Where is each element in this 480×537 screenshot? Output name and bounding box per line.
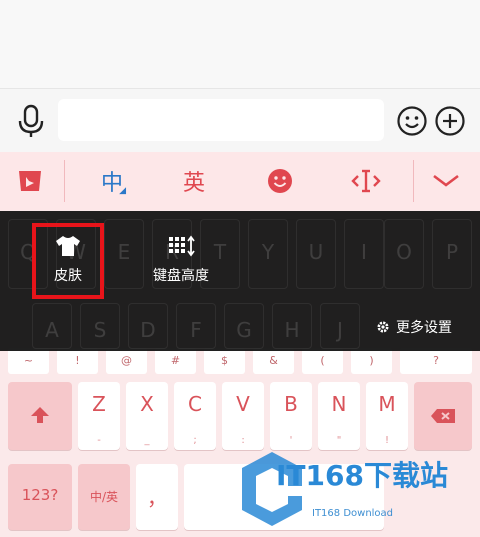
ghost-key: D	[128, 303, 168, 349]
symbol-key[interactable]: ?	[400, 348, 472, 374]
keyboard-height-label: 键盘高度	[153, 268, 209, 284]
letter-key-c[interactable]: C ;	[174, 382, 216, 450]
ghost-key-letter: E	[117, 240, 131, 264]
ghost-key: I	[344, 219, 384, 289]
key-letter: Z	[92, 392, 106, 416]
symbol-key[interactable]: ~	[8, 348, 49, 374]
key-letter: X	[140, 392, 154, 416]
chat-input-bar	[0, 88, 480, 152]
key-sub-symbol: !	[384, 435, 389, 446]
language-switch-label: 中/英	[89, 490, 119, 504]
language-switch-key[interactable]: 中/英	[78, 464, 130, 530]
comma-key[interactable]: ，	[136, 464, 178, 530]
key-sub-symbol: "	[336, 435, 342, 446]
ghost-key-letter: Y	[261, 240, 275, 264]
ghost-key: S	[80, 303, 120, 349]
ghost-key-letter: J	[337, 318, 343, 342]
ghost-key-letter: A	[45, 318, 59, 342]
keyboard-height-option[interactable]: 键盘高度	[144, 235, 218, 285]
gear-icon	[377, 321, 389, 333]
symbol-key[interactable]: @	[106, 348, 147, 374]
shift-key[interactable]	[8, 382, 72, 450]
numbers-label: 123?	[21, 486, 59, 504]
symbol-key[interactable]: #	[155, 348, 196, 374]
ghost-key-letter: H	[284, 318, 300, 342]
key-sub-symbol: _	[144, 435, 150, 446]
ghost-key: P	[432, 219, 472, 289]
ghost-key: A	[32, 303, 72, 349]
ghost-key-letter: I	[361, 240, 367, 264]
chinese-mode-button[interactable]: 中 ◢	[90, 152, 134, 210]
add-icon[interactable]	[434, 105, 466, 137]
symbol-key[interactable]: !	[57, 348, 98, 374]
ghost-key-letter: O	[396, 240, 412, 264]
symbol-key[interactable]: )	[351, 348, 392, 374]
chat-content-area	[0, 0, 480, 88]
more-settings-label: 更多设置	[396, 320, 452, 336]
highlight-box	[32, 223, 104, 299]
keyboard-height-icon	[169, 235, 195, 257]
letter-row-3: Z - X _ C ; V : B ' N " M !	[0, 382, 480, 450]
key-sub-symbol: :	[241, 435, 245, 446]
english-mode-button[interactable]: 英	[172, 152, 216, 210]
backspace-icon	[431, 409, 455, 423]
more-settings-button[interactable]: 更多设置	[376, 317, 452, 337]
ghost-key-letter: P	[445, 240, 459, 264]
key-letter: M	[378, 392, 396, 416]
key-letter: V	[236, 392, 250, 416]
emoji-icon[interactable]	[396, 105, 428, 137]
symbol-row: ~ ! @ # $ & ( ) ?	[0, 348, 480, 374]
watermark-brand: IT168下载站	[276, 459, 448, 492]
numbers-key[interactable]: 123?	[8, 464, 72, 530]
toolbar-divider	[413, 160, 414, 202]
key-sub-symbol: -	[97, 435, 101, 446]
ghost-key-letter: G	[236, 318, 252, 342]
symbol-key[interactable]: &	[253, 348, 294, 374]
key-letter: B	[284, 392, 298, 416]
cursor-move-icon[interactable]	[344, 152, 388, 210]
ghost-key: O	[384, 219, 424, 289]
ghost-key-letter: S	[93, 318, 107, 342]
shift-arrow-icon	[31, 407, 49, 423]
comma-label: ，	[147, 486, 167, 510]
english-mode-label: 英	[182, 171, 205, 196]
smile-icon[interactable]	[258, 152, 302, 210]
letter-key-n[interactable]: N "	[318, 382, 360, 450]
symbol-key[interactable]: $	[204, 348, 245, 374]
key-letter: N	[331, 392, 347, 416]
microphone-icon[interactable]	[14, 103, 48, 139]
ghost-key-letter: U	[308, 240, 324, 264]
ghost-key: F	[176, 303, 216, 349]
corner-arrow-icon: ◢	[119, 186, 126, 196]
key-sub-symbol: ;	[193, 435, 197, 446]
ghost-key: G	[224, 303, 264, 349]
letter-key-v[interactable]: V :	[222, 382, 264, 450]
ghost-key-letter: D	[140, 318, 156, 342]
message-input[interactable]	[58, 99, 384, 141]
symbol-key[interactable]: (	[302, 348, 343, 374]
toolbar-divider	[64, 160, 65, 202]
ghost-key: E	[104, 219, 144, 289]
chevron-down-icon[interactable]	[424, 152, 468, 210]
ghost-key-letter: F	[190, 318, 202, 342]
keyboard-toolbar: 中 ◢ 英	[0, 152, 480, 210]
keyboard-logo-icon[interactable]	[6, 152, 54, 210]
key-letter: C	[188, 392, 202, 416]
letter-key-z[interactable]: Z -	[78, 382, 120, 450]
watermark-subtitle: IT168 Download	[312, 508, 394, 519]
backspace-key[interactable]	[414, 382, 472, 450]
ghost-key: J	[320, 303, 360, 349]
ghost-key: Y	[248, 219, 288, 289]
watermark-logo: IT168下载站 IT168 Download	[232, 446, 472, 530]
letter-key-b[interactable]: B '	[270, 382, 312, 450]
key-sub-symbol: '	[289, 435, 293, 446]
letter-key-m[interactable]: M !	[366, 382, 408, 450]
letter-key-x[interactable]: X _	[126, 382, 168, 450]
ghost-key: U	[296, 219, 336, 289]
ghost-key: H	[272, 303, 312, 349]
